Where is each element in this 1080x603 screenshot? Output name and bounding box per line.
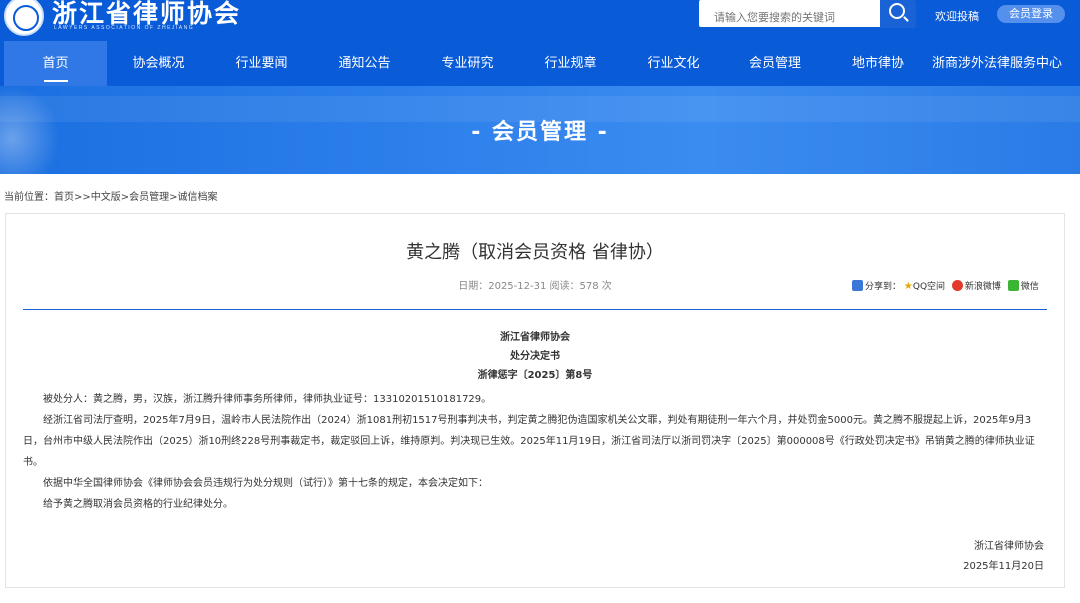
nav-item-member-management[interactable]: 会员管理 xyxy=(725,41,825,86)
paragraph-facts: 经浙江省司法厅查明，2025年7月9日，温岭市人民法院作出（2024）浙1081… xyxy=(23,415,1035,468)
contribute-link[interactable]: 欢迎投稿 xyxy=(935,8,979,24)
weibo-icon[interactable] xyxy=(951,280,963,291)
document-organization: 浙江省律师协会 xyxy=(500,332,570,343)
article-container: 黄之腾（取消会员资格 省律协） 日期：2025-12-31 阅读：578 次 分… xyxy=(5,213,1065,588)
nav-item-culture[interactable]: 行业文化 xyxy=(622,41,725,86)
nav-item-notices[interactable]: 通知公告 xyxy=(313,41,416,86)
nav-item-city-associations[interactable]: 地市律协 xyxy=(828,41,928,86)
nav-item-news[interactable]: 行业要闻 xyxy=(210,41,313,86)
member-login-button[interactable]: 会员登录 xyxy=(997,5,1065,23)
nav-item-about[interactable]: 协会概况 xyxy=(107,41,210,86)
search-icon xyxy=(889,3,905,19)
banner-title: - 会员管理 - xyxy=(471,120,609,145)
document-type: 处分决定书 xyxy=(510,351,560,362)
nav-item-home[interactable]: 首页 xyxy=(4,41,107,86)
signature-date: 2025年11月20日 xyxy=(963,561,1044,572)
paragraph-decision: 给予黄之腾取消会员资格的行业纪律处分。 xyxy=(43,499,233,510)
nav-item-research[interactable]: 专业研究 xyxy=(416,41,519,86)
share-weibo-link[interactable]: 新浪微博 xyxy=(965,282,1001,292)
article-title: 黄之腾（取消会员资格 省律协） xyxy=(406,242,664,263)
share-label: 分享到： xyxy=(865,282,902,292)
search-input[interactable] xyxy=(699,0,882,27)
share-bar: 分享到： ★QQ空间 新浪微博 微信 xyxy=(852,279,1039,292)
main-nav: 首页 协会概况 行业要闻 通知公告 专业研究 行业规章 行业文化 会员管理 地市… xyxy=(0,41,1080,86)
share-wechat-link[interactable]: 微信 xyxy=(1021,282,1039,292)
share-plus-icon[interactable] xyxy=(852,280,863,291)
nav-item-foreign-legal-service[interactable]: 浙商涉外法律服务中心 xyxy=(926,41,1068,86)
association-logo[interactable] xyxy=(4,0,44,36)
signature-organization: 浙江省律师协会 xyxy=(974,541,1044,552)
paragraph-basis: 依据中华全国律师协会《律师协会会员违规行为处分规则（试行）》第十七条的规定，本会… xyxy=(43,478,488,489)
paragraph-respondent: 被处分人：黄之腾，男，汉族，浙江腾升律师事务所律师，律师执业证号：1331020… xyxy=(43,394,492,405)
site-subtitle: LAWYERS ASSOCIATION OF ZHEJIANG xyxy=(54,25,195,31)
search-button[interactable] xyxy=(880,0,916,28)
section-banner: - 会员管理 - xyxy=(0,86,1080,174)
top-header: 浙江省律师协会 LAWYERS ASSOCIATION OF ZHEJIANG … xyxy=(0,0,1080,41)
document-number: 浙律惩字〔2025〕第8号 xyxy=(477,370,593,381)
title-divider xyxy=(23,309,1047,310)
breadcrumb[interactable]: 当前位置：首页>>中文版>会员管理>诚信档案 xyxy=(4,188,218,203)
nav-item-regulations[interactable]: 行业规章 xyxy=(519,41,622,86)
wechat-icon[interactable] xyxy=(1007,280,1019,291)
share-qzone-link[interactable]: QQ空间 xyxy=(913,282,945,292)
star-icon: ★ xyxy=(903,281,913,292)
